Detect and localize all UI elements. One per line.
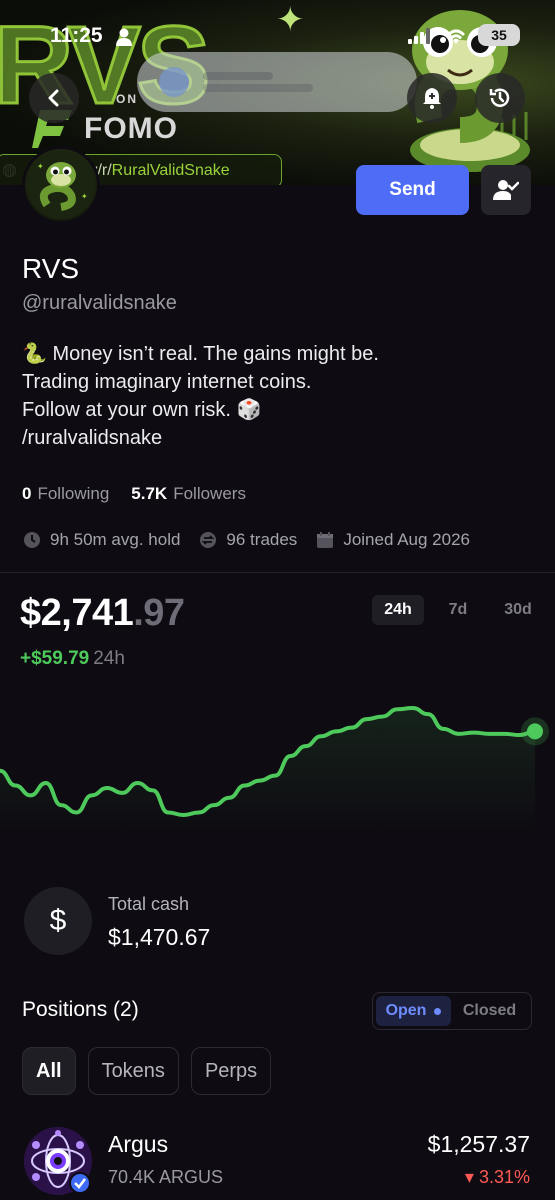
followers-count: 5.7K xyxy=(131,484,168,503)
change-amount: +$59.79 xyxy=(20,648,90,669)
portfolio-value-dollars: $2,741 xyxy=(20,592,134,634)
profile-name: RVS xyxy=(22,253,80,284)
range-7d[interactable]: 7d xyxy=(432,595,484,625)
user-check-icon xyxy=(493,180,519,200)
argus-token-logo xyxy=(24,1127,92,1195)
trades-stat: 96 trades xyxy=(198,530,297,550)
notify-button[interactable] xyxy=(407,73,457,123)
profile-meta: 9h 50m avg. hold 96 trades Joined Aug 20… xyxy=(22,530,470,550)
dollar-sign-icon: $ xyxy=(24,887,92,955)
toggle-open[interactable]: Open xyxy=(376,996,452,1026)
history-button[interactable] xyxy=(475,73,525,123)
range-30d[interactable]: 30d xyxy=(492,595,544,625)
portfolio-value-cents: .97 xyxy=(133,592,185,634)
toggle-open-label: Open xyxy=(385,1002,427,1019)
following-label: Following xyxy=(37,484,110,503)
chart-current-point xyxy=(527,723,543,740)
person-icon xyxy=(116,28,132,46)
portfolio-chart[interactable] xyxy=(0,690,555,830)
filter-perps[interactable]: Perps xyxy=(190,1047,272,1095)
bio-line: Trading imaginary internet coins. xyxy=(22,371,312,393)
snake-avatar-image: ✦✦ xyxy=(27,151,95,219)
filter-all[interactable]: All xyxy=(22,1047,76,1095)
profile-handle: @ruralvalidsnake xyxy=(22,292,177,314)
avatar: ✦ ✦ xyxy=(22,146,100,224)
toggle-closed[interactable]: Closed xyxy=(451,996,528,1026)
joined-text: Joined Aug 2026 xyxy=(343,530,470,549)
position-row[interactable]: Argus 70.4K ARGUS $1,257.37 ▾ 3.31% xyxy=(22,1125,534,1195)
banner-brand-text: FOMO xyxy=(84,112,178,145)
follow-button[interactable] xyxy=(481,165,531,215)
send-button[interactable]: Send xyxy=(356,165,469,215)
svg-text:✦: ✦ xyxy=(81,192,88,201)
overlay-avatar xyxy=(159,67,189,97)
change-period: 24h xyxy=(93,648,125,669)
banner-on-text: ON xyxy=(116,92,138,106)
position-name: Argus xyxy=(108,1131,169,1157)
calendar-icon xyxy=(317,532,334,548)
following-count: 0 xyxy=(22,484,32,503)
open-closed-toggle: Open Closed xyxy=(372,992,532,1030)
filter-tokens[interactable]: Tokens xyxy=(87,1047,179,1095)
range-24h[interactable]: 24h xyxy=(372,595,424,625)
notification-overlay[interactable] xyxy=(137,52,417,112)
range-selector: 24h 7d 30d xyxy=(372,595,544,625)
cash-label: Total cash xyxy=(108,894,190,914)
positions-title: Positions (2) xyxy=(22,998,139,1021)
overlay-lines xyxy=(203,72,313,92)
position-value: $1,257.37 xyxy=(427,1131,530,1157)
avg-hold-text: 9h 50m avg. hold xyxy=(50,530,181,549)
cellular-signal-icon xyxy=(408,28,430,44)
trades-text: 96 trades xyxy=(226,530,298,549)
back-button[interactable] xyxy=(29,73,79,123)
banner-url-name: RuralValidSnake xyxy=(111,162,230,179)
bio-line: Follow at your own risk. 🎲 xyxy=(22,399,262,421)
joined-stat: Joined Aug 2026 xyxy=(315,530,470,550)
trades-icon xyxy=(200,532,217,548)
portfolio-change: +$59.79 24h xyxy=(20,648,125,670)
wifi-icon xyxy=(446,29,466,44)
section-divider xyxy=(0,572,555,573)
portfolio-value: $2,741.97 xyxy=(20,592,185,635)
followers-label: Followers xyxy=(173,484,246,503)
battery-indicator: 35 xyxy=(478,24,520,46)
svg-text:✦: ✦ xyxy=(37,162,44,171)
down-triangle-icon: ▾ xyxy=(464,1167,479,1187)
bio-line: 🐍 Money isn’t real. The gains might be. xyxy=(22,343,379,365)
clock-icon xyxy=(24,532,40,548)
cash-value: $1,470.67 xyxy=(108,924,211,950)
history-icon xyxy=(489,88,510,107)
avg-hold-stat: 9h 50m avg. hold xyxy=(22,530,180,550)
position-change: ▾ 3.31% xyxy=(465,1167,530,1188)
profile-bio: 🐍 Money isn’t real. The gains might be. … xyxy=(22,340,379,452)
bell-plus-icon xyxy=(423,88,441,109)
active-dot xyxy=(434,1007,442,1015)
chevron-left-icon xyxy=(48,89,59,107)
position-change-value: 3.31% xyxy=(478,1167,530,1187)
status-time: 11:25 xyxy=(50,24,103,47)
bio-link[interactable]: /ruralvalidsnake xyxy=(22,424,379,452)
sparkle-icon: ✦ xyxy=(276,1,305,39)
follow-stats: 0 Following 5.7K Followers xyxy=(22,484,246,504)
following-stat[interactable]: 0 Following xyxy=(22,484,109,504)
position-quantity: 70.4K ARGUS xyxy=(108,1167,224,1187)
position-filters: All Tokens Perps xyxy=(22,1047,272,1095)
followers-stat[interactable]: 5.7K Followers xyxy=(131,484,246,504)
